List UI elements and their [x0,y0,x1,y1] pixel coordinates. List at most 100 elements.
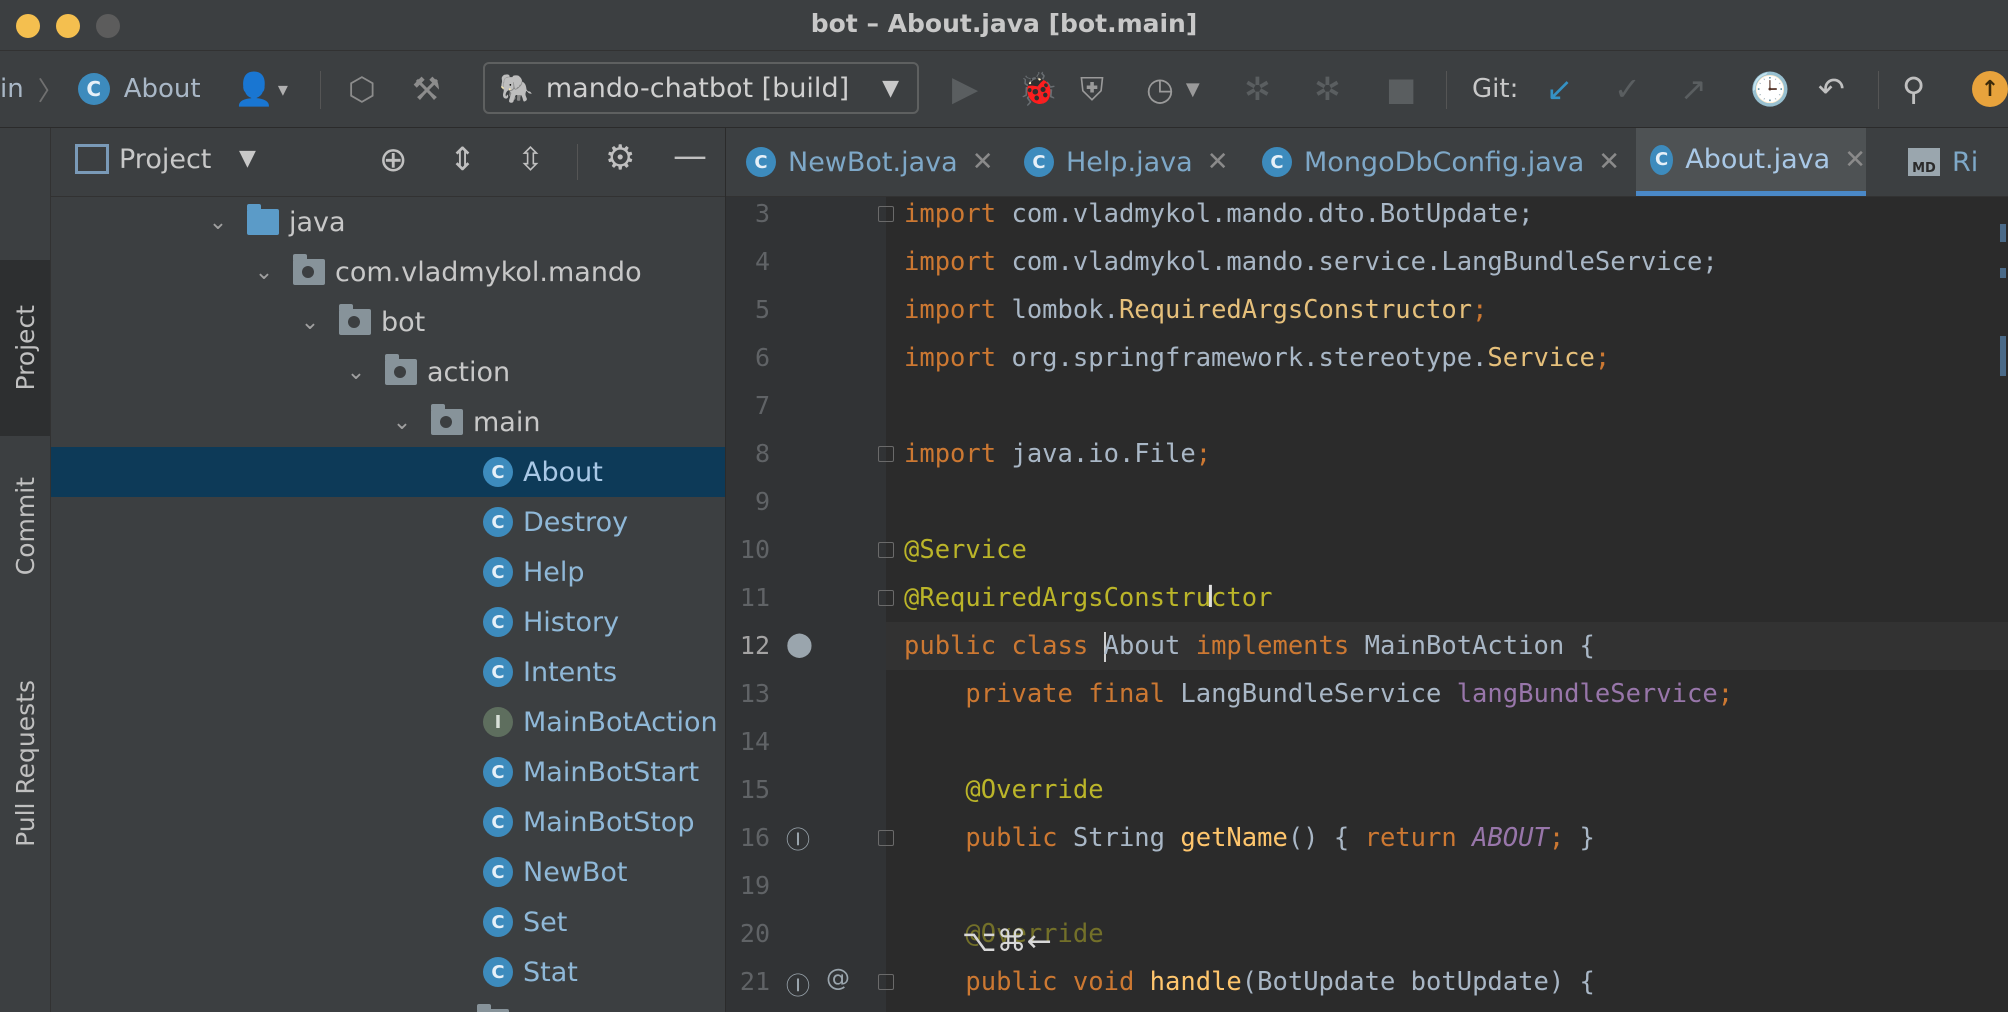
history-icon[interactable]: 🕒 [1750,51,1790,127]
search-icon[interactable]: ⚲ [1902,51,1925,127]
code-token: (BotUpdate botUpdate) { [1241,967,1595,997]
coverage-icon[interactable]: ⛨ [1080,51,1104,127]
code-token: public void [965,967,1150,997]
chevron-down-icon[interactable]: ▼ [239,146,256,171]
breadcrumb-current[interactable]: About [124,74,201,104]
debug-tests-icon[interactable]: ✲ [1314,51,1341,127]
pull-requests-tool-tab[interactable]: Pull Requests [0,648,50,878]
shortcut-hint: ⌥⌘← [962,924,1052,959]
tree-item-package[interactable]: ⌄ com.vladmykol.mando [51,247,725,297]
code-token: public [965,823,1073,853]
tree-item-java[interactable]: ⌄ java [51,197,725,247]
spring-bean-icon[interactable]: ⬤ [786,630,813,658]
tree-item-class[interactable]: C Destroy [51,497,725,547]
locate-file-icon[interactable]: ⊕ [379,140,408,180]
attach-debugger-icon[interactable]: ✲ [1244,51,1271,127]
hammer-icon[interactable]: ⚒ [412,51,441,127]
run-icon[interactable]: ▶ [952,51,978,127]
code-token: () { [1287,823,1365,853]
code-token: private final [965,679,1181,709]
text-cursor-icon: I [1206,580,1215,615]
stop-icon[interactable]: ■ [1386,51,1416,127]
tree-item-class[interactable]: C MainBotStart [51,747,725,797]
code-token: ABOUT [1472,823,1549,853]
profile-icon[interactable]: ◷ ▼ [1146,51,1200,127]
collapse-all-icon[interactable]: ⇳ [517,140,544,178]
fold-marker-icon[interactable] [878,206,894,222]
expand-all-icon[interactable]: ⇕ [449,140,476,178]
tree-item-class[interactable]: C MainBotStop [51,797,725,847]
close-icon[interactable]: ✕ [1598,147,1620,177]
run-configuration-select[interactable]: 🐘 mando-chatbot [build] ▼ [483,62,919,114]
git-push-icon[interactable]: ↗ [1680,51,1707,127]
annotation-icon[interactable]: @ [826,964,850,992]
scroll-marker[interactable] [2000,268,2006,278]
tab-about[interactable]: C About.java ✕ [1636,128,1866,196]
user-dropdown-icon[interactable]: 👤 ▾ [234,51,288,127]
code-token: MainBotAction { [1364,631,1595,661]
code-token: langBundleService [1456,679,1718,709]
fold-marker-icon[interactable] [878,590,894,606]
update-icon[interactable]: ↑ [1972,71,2008,107]
implements-method-icon[interactable]: Ⓘ [786,820,810,855]
tree-item-class[interactable]: C History [51,597,725,647]
project-view-title[interactable]: Project [119,144,211,175]
close-icon[interactable]: ✕ [1844,145,1866,175]
chevron-down-icon[interactable]: ⌄ [249,260,279,285]
tree-item-class[interactable]: C Stat [51,947,725,997]
rollback-icon[interactable]: ↶ [1818,51,1845,127]
project-tool-tab[interactable]: Project [0,268,50,428]
code-token: String [1072,823,1181,853]
tree-item-package[interactable]: ⌄ action [51,347,725,397]
git-update-icon[interactable]: ↙ [1546,51,1573,127]
close-icon[interactable]: ✕ [1207,147,1229,177]
tree-item-class[interactable]: C NewBot [51,847,725,897]
code-token: getName [1180,823,1288,853]
implements-method-icon[interactable]: Ⓘ [786,966,810,1001]
code-token: import [904,343,997,373]
tree-item-package[interactable]: › support [51,997,725,1012]
git-commit-icon[interactable]: ✓ [1614,51,1641,127]
code-token: LangBundleService [1180,679,1457,709]
gradle-elephant-icon: 🐘 [499,71,534,105]
scroll-marker[interactable] [2000,224,2006,242]
tree-item-class-selected[interactable]: C About [51,447,725,497]
project-window-icon [75,144,109,174]
class-icon: C [483,907,513,937]
tree-item-class[interactable]: C Help [51,547,725,597]
tree-item-package[interactable]: ⌄ bot [51,297,725,347]
debug-icon[interactable]: 🐞 [1018,51,1058,127]
close-icon[interactable]: ✕ [972,147,994,177]
commit-tool-tab[interactable]: Commit [0,456,50,596]
tree-item-class[interactable]: C Intents [51,647,725,697]
build-icon[interactable]: ⬡ [348,51,376,127]
code-token: ; [1594,343,1611,373]
code-token: return [1364,823,1473,853]
class-icon: C [483,657,513,687]
tree-item-interface[interactable]: I MainBotAction [51,697,725,747]
breadcrumb-prefix[interactable]: in [0,74,24,104]
chevron-down-icon[interactable]: ⌄ [203,210,233,235]
tree-item-class[interactable]: C Set [51,897,725,947]
tree-item-package[interactable]: ⌄ main [51,397,725,447]
class-icon: C [483,807,513,837]
fold-marker-icon[interactable] [878,446,894,462]
breadcrumb: in 〉 C About [0,51,201,127]
tab-mongodbconfig[interactable]: C MongoDbConfig.java ✕ [1262,128,1620,196]
scroll-marker[interactable] [2000,336,2006,376]
gear-icon[interactable]: ⚙ [605,138,635,178]
fold-marker-icon[interactable] [878,974,894,990]
chevron-down-icon[interactable]: ⌄ [341,360,371,385]
fold-marker-icon[interactable] [878,542,894,558]
tab-help[interactable]: C Help.java ✕ [1024,128,1229,196]
tab-newbot[interactable]: C NewBot.java ✕ [746,128,993,196]
expand-fold-icon[interactable] [878,830,894,846]
chevron-down-icon[interactable]: ⌄ [295,310,325,335]
class-icon: C [483,507,513,537]
chevron-down-icon[interactable]: ⌄ [387,410,417,435]
hide-panel-icon[interactable]: — [673,136,707,176]
class-icon: C [483,957,513,987]
tab-readme[interactable]: MD Ri [1908,128,1978,196]
